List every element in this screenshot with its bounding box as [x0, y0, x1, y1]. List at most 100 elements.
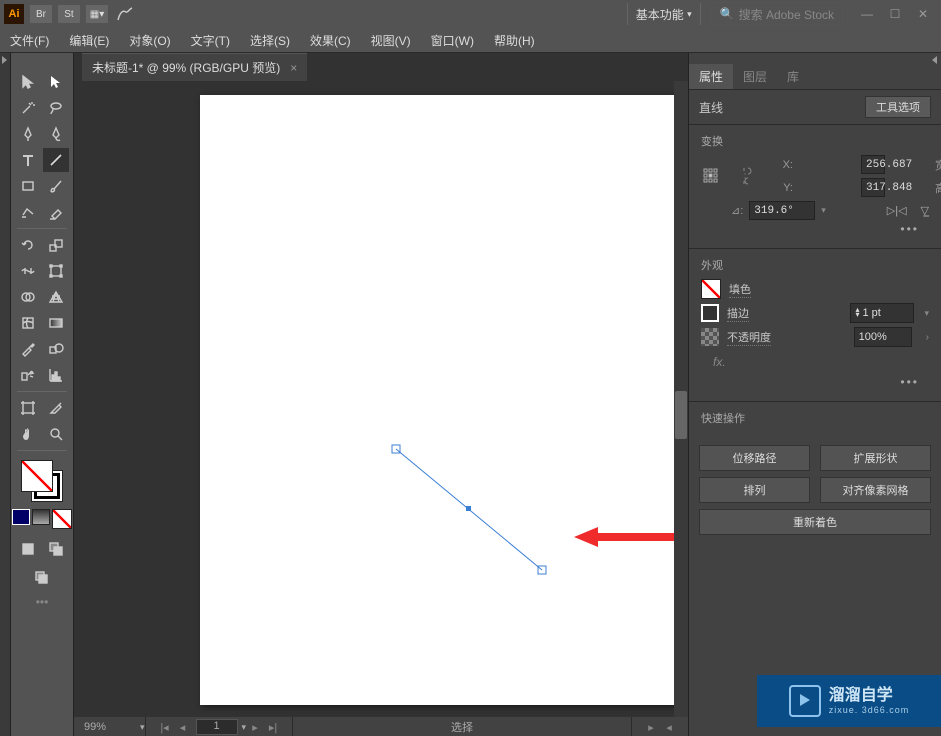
offset-path-button[interactable]: 位移路径: [699, 445, 810, 471]
rotate-tool[interactable]: [15, 233, 41, 257]
artboard-tool[interactable]: [15, 396, 41, 420]
free-transform-tool[interactable]: [43, 259, 69, 283]
first-artboard[interactable]: |◂: [156, 721, 174, 734]
flip-vertical-icon[interactable]: ▽̲: [921, 204, 929, 217]
pen-tool[interactable]: [15, 122, 41, 146]
appearance-more[interactable]: •••: [701, 373, 929, 391]
magic-wand-tool[interactable]: [15, 96, 41, 120]
transform-x[interactable]: 256.687: [861, 155, 885, 174]
stroke-weight[interactable]: ▴▾1 pt: [850, 303, 914, 323]
toolbox-collapse[interactable]: [0, 53, 11, 736]
transform-title: 变换: [701, 133, 929, 149]
swatch-none[interactable]: [52, 509, 72, 529]
gradient-tool[interactable]: [43, 311, 69, 335]
window-maximize[interactable]: ☐: [883, 5, 907, 23]
line-tool[interactable]: [43, 148, 69, 172]
menu-file[interactable]: 文件(F): [0, 28, 59, 52]
fill-label: 填色: [729, 281, 751, 298]
stroke-swatch[interactable]: [701, 304, 719, 322]
swatch-color[interactable]: [12, 509, 30, 525]
stock-button[interactable]: St: [58, 5, 80, 23]
draw-mode-behind[interactable]: [43, 537, 69, 561]
tab-properties[interactable]: 属性: [689, 64, 733, 89]
column-graph-tool[interactable]: [43, 363, 69, 387]
arrange-docs-button[interactable]: ▦▾: [86, 5, 108, 23]
tool-options-button[interactable]: 工具选项: [865, 96, 931, 118]
last-artboard[interactable]: ▸|: [264, 721, 282, 734]
bridge-button[interactable]: Br: [30, 5, 52, 23]
swatch-gradient[interactable]: [32, 509, 50, 525]
menu-help[interactable]: 帮助(H): [484, 28, 545, 52]
eyedropper-tool[interactable]: [15, 337, 41, 361]
blend-tool[interactable]: [43, 337, 69, 361]
opacity-arrow-icon[interactable]: ›: [926, 332, 929, 343]
scroll-right[interactable]: ▸: [642, 721, 660, 734]
recolor-button[interactable]: 重新着色: [699, 509, 931, 535]
scale-tool[interactable]: [43, 233, 69, 257]
vertical-scrollbar[interactable]: [674, 81, 688, 717]
prev-artboard[interactable]: ◂: [174, 721, 192, 734]
stock-search[interactable]: 🔍 搜索 Adobe Stock: [711, 2, 843, 26]
perspective-grid-tool[interactable]: [43, 285, 69, 309]
reference-point-icon[interactable]: [701, 167, 721, 185]
shaper-tool[interactable]: [15, 200, 41, 224]
document-tab[interactable]: 未标题-1* @ 99% (RGB/GPU 预览) ×: [82, 53, 307, 81]
selection-tool[interactable]: [15, 70, 41, 94]
object-type-label: 直线: [699, 99, 723, 116]
window-close[interactable]: ✕: [911, 5, 935, 23]
fx-button[interactable]: fx.: [701, 351, 929, 373]
fill-stroke-swatch[interactable]: [21, 460, 63, 502]
shape-builder-tool[interactable]: [15, 285, 41, 309]
opacity-value[interactable]: 100%: [854, 327, 912, 347]
fill-swatch[interactable]: [701, 279, 721, 299]
menu-edit[interactable]: 编辑(E): [59, 28, 119, 52]
tab-layers[interactable]: 图层: [733, 64, 777, 89]
align-pixel-grid-button[interactable]: 对齐像素网格: [820, 477, 931, 503]
zoom-tool[interactable]: [43, 422, 69, 446]
eraser-tool[interactable]: [43, 200, 69, 224]
expand-shape-button[interactable]: 扩展形状: [820, 445, 931, 471]
next-artboard[interactable]: ▸: [246, 721, 264, 734]
screen-mode[interactable]: [29, 566, 55, 590]
opacity-swatch[interactable]: [701, 328, 719, 346]
zoom-field[interactable]: 99%: [78, 721, 140, 733]
rectangle-tool[interactable]: [15, 174, 41, 198]
scroll-left[interactable]: ◂: [660, 721, 678, 734]
curvature-tool[interactable]: [43, 122, 69, 146]
tab-libraries[interactable]: 库: [777, 64, 809, 89]
hand-tool[interactable]: [15, 422, 41, 446]
close-icon[interactable]: ×: [290, 61, 297, 75]
artboard[interactable]: [200, 95, 688, 705]
direct-selection-tool[interactable]: [43, 70, 69, 94]
status-tool: 选择: [292, 717, 631, 736]
gpu-icon[interactable]: [114, 5, 136, 23]
symbol-sprayer-tool[interactable]: [15, 363, 41, 387]
width-tool[interactable]: [15, 259, 41, 283]
menu-window[interactable]: 窗口(W): [421, 28, 484, 52]
toolbox: •••: [11, 53, 74, 736]
flip-horizontal-icon[interactable]: ▷|◁: [887, 204, 907, 217]
menu-bar: 文件(F) 编辑(E) 对象(O) 文字(T) 选择(S) 效果(C) 视图(V…: [0, 28, 941, 53]
transform-y[interactable]: 317.848: [861, 178, 885, 197]
constrain-proportions-icon[interactable]: [725, 164, 765, 188]
menu-object[interactable]: 对象(O): [119, 28, 180, 52]
lasso-tool[interactable]: [43, 96, 69, 120]
mesh-tool[interactable]: [15, 311, 41, 335]
artboard-number[interactable]: 1: [196, 719, 238, 735]
arrange-button[interactable]: 排列: [699, 477, 810, 503]
draw-mode-normal[interactable]: [15, 537, 41, 561]
slice-tool[interactable]: [43, 396, 69, 420]
title-bar: Ai Br St ▦▾ 基本功能 ▾ 🔍 搜索 Adobe Stock — ☐ …: [0, 0, 941, 28]
window-minimize[interactable]: —: [855, 5, 879, 23]
menu-select[interactable]: 选择(S): [240, 28, 300, 52]
menu-effect[interactable]: 效果(C): [300, 28, 361, 52]
paintbrush-tool[interactable]: [43, 174, 69, 198]
menu-type[interactable]: 文字(T): [181, 28, 240, 52]
transform-more[interactable]: •••: [701, 220, 929, 238]
type-tool[interactable]: [15, 148, 41, 172]
canvas[interactable]: [74, 81, 688, 717]
workspace-switcher[interactable]: 基本功能 ▾: [627, 3, 701, 25]
menu-view[interactable]: 视图(V): [361, 28, 421, 52]
transform-angle[interactable]: 319.6°: [749, 201, 815, 220]
edit-toolbar[interactable]: •••: [36, 595, 49, 609]
